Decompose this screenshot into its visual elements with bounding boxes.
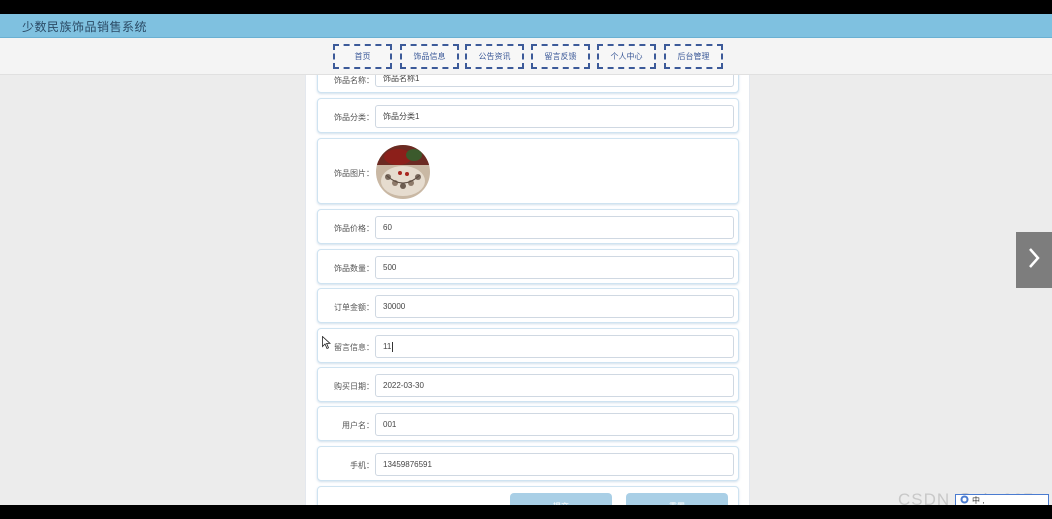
name-label: 饰品名称： [334, 76, 374, 85]
quantity-label: 饰品数量： [334, 264, 374, 273]
nav-item-news[interactable]: 公告资讯 [465, 44, 524, 69]
nav-item-profile[interactable]: 个人中心 [597, 44, 656, 69]
name-input[interactable]: 饰品名称1 [375, 75, 734, 87]
text-caret [392, 341, 394, 352]
date-label: 购买日期： [334, 382, 374, 391]
form-row-category: 饰品分类： 饰品分类1 [317, 98, 739, 133]
amount-label: 订单金额： [334, 303, 374, 312]
mouse-cursor-icon [322, 335, 332, 354]
form-row-username: 用户名： 001 [317, 406, 739, 441]
price-label: 饰品价格： [334, 224, 374, 233]
screen-bottom-border [0, 505, 1052, 519]
price-input[interactable]: 60 [375, 216, 734, 239]
category-input[interactable]: 饰品分类1 [375, 105, 734, 128]
form-row-quantity: 饰品数量： 500 [317, 249, 739, 284]
next-slide-button[interactable] [1016, 232, 1052, 288]
quantity-input[interactable]: 500 [375, 256, 734, 279]
title-bar: 少数民族饰品销售系统 [0, 14, 1052, 38]
phone-input[interactable]: 13459876591 [375, 453, 734, 476]
nav-item-home[interactable]: 首页 [333, 44, 392, 69]
form-row-price: 饰品价格： 60 [317, 209, 739, 244]
form-row-amount: 订单金额： 30000 [317, 288, 739, 323]
product-image [376, 145, 430, 199]
form-row-message: 留言信息： 11 [317, 328, 739, 363]
nav-bar: 首页 饰品信息 公告资讯 留言反馈 个人中心 后台管理 [0, 38, 1052, 75]
phone-label: 手机： [350, 461, 374, 470]
category-label: 饰品分类： [334, 113, 374, 122]
form-row-phone: 手机： 13459876591 [317, 446, 739, 481]
screen-top-border [0, 0, 1052, 14]
date-input[interactable]: 2022-03-30 [375, 374, 734, 397]
amount-input[interactable]: 30000 [375, 295, 734, 318]
message-input[interactable]: 11 [375, 335, 734, 358]
order-form-panel: 饰品名称： 饰品名称1 饰品分类： 饰品分类1 饰品图片： 饰品价格： 60 饰… [305, 75, 750, 505]
form-row-actions: 提交 重置 [317, 486, 739, 505]
nav-item-admin[interactable]: 后台管理 [664, 44, 723, 69]
message-value: 11 [383, 342, 392, 351]
nav-item-feedback[interactable]: 留言反馈 [531, 44, 590, 69]
username-input[interactable]: 001 [375, 413, 734, 436]
form-row-date: 购买日期： 2022-03-30 [317, 367, 739, 402]
image-label: 饰品图片： [334, 169, 374, 178]
username-label: 用户名： [342, 421, 374, 430]
reset-button[interactable]: 重置 [626, 493, 728, 505]
site-title: 少数民族饰品销售系统 [22, 20, 148, 34]
chevron-right-icon [1027, 247, 1041, 274]
form-row-name: 饰品名称： 饰品名称1 [317, 75, 739, 93]
form-row-image: 饰品图片： [317, 138, 739, 204]
nav-item-products[interactable]: 饰品信息 [400, 44, 459, 69]
submit-button[interactable]: 提交 [510, 493, 612, 505]
